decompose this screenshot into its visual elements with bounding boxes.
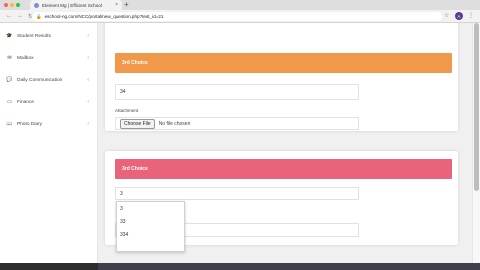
choose-file-button[interactable]: Choose File xyxy=(120,118,155,129)
browser-menu-icon[interactable]: ⋮ xyxy=(468,12,474,19)
bookmark-star-icon[interactable]: ☆ xyxy=(444,12,449,19)
tab-title: Element Mg | Efficient School xyxy=(42,2,102,8)
browser-toolbar: ← → ↻ 🔒 eschool-ng.com/NCC/portal/new_qu… xyxy=(0,10,480,23)
chevron-left-icon: ‹ xyxy=(87,121,89,127)
nav-buttons: ← → ↻ xyxy=(6,13,33,20)
choice-header: 3rd Choice xyxy=(115,53,452,73)
minimize-window-dot[interactable] xyxy=(10,3,14,7)
sidebar-item-daily-communication[interactable]: 💬 Daily Communication ‹ xyxy=(0,69,98,91)
choice-card-orange: 3rd Choice 34 Attachment Choose File No … xyxy=(105,23,458,131)
scrollbar-thumb[interactable] xyxy=(474,23,479,191)
window-controls xyxy=(4,3,20,7)
autocomplete-dropdown: 3 33 334 xyxy=(116,201,185,252)
main-content: 3rd Choice 34 Attachment Choose File No … xyxy=(98,23,480,263)
chevron-left-icon: ‹ xyxy=(87,55,89,61)
attachment-label: Attachment xyxy=(115,108,139,113)
close-tab-icon[interactable]: × xyxy=(115,2,118,8)
browser-tab[interactable]: Element Mg | Efficient School × xyxy=(30,0,122,10)
chevron-left-icon: ‹ xyxy=(87,33,89,39)
sidebar-item-finance[interactable]: ▭ Finance ‹ xyxy=(0,91,98,113)
autocomplete-option[interactable]: 33 xyxy=(117,215,184,228)
address-bar[interactable]: 🔒 eschool-ng.com/NCC/portal/new_question… xyxy=(32,12,442,21)
bottom-strip-left xyxy=(0,263,98,270)
sidebar-item-label: Student Results xyxy=(17,33,51,39)
sidebar-item-label: Mailbox xyxy=(17,55,34,61)
sidebar-item-mailbox[interactable]: ✉ Mailbox ‹ xyxy=(0,47,98,69)
lock-icon: 🔒 xyxy=(36,13,42,19)
book-icon: 📖 xyxy=(6,121,13,127)
money-icon: ▭ xyxy=(7,99,12,105)
forward-icon[interactable]: → xyxy=(17,13,23,20)
sidebar-item-photo-diary[interactable]: 📖 Photo Diary ‹ xyxy=(0,113,98,135)
maximize-window-dot[interactable] xyxy=(16,3,20,7)
chat-icon: 💬 xyxy=(6,77,13,83)
back-icon[interactable]: ← xyxy=(6,13,12,20)
profile-avatar[interactable]: A xyxy=(455,12,463,20)
choice-answer-input[interactable]: 3 xyxy=(115,187,359,200)
new-tab-button[interactable]: + xyxy=(124,0,129,10)
choice-answer-input[interactable]: 34 xyxy=(115,84,359,100)
sidebar-item-student-results[interactable]: 🎓 Student Results ‹ xyxy=(0,25,98,47)
autocomplete-option[interactable]: 3 xyxy=(117,202,184,215)
url-text: eschool-ng.com/NCC/portal/new_question.p… xyxy=(44,14,164,19)
sidebar-item-label: Daily Communication xyxy=(17,77,63,83)
favicon-icon xyxy=(34,2,39,8)
choice-header: 3rd Choice xyxy=(115,159,452,179)
chevron-left-icon: ‹ xyxy=(87,99,89,105)
sidebar-item-label: Finance xyxy=(17,99,35,105)
chevron-left-icon: ‹ xyxy=(87,77,89,83)
attachment-field: Choose File No file chosen xyxy=(115,117,359,130)
graduation-cap-icon: 🎓 xyxy=(6,33,13,39)
autocomplete-option[interactable]: 334 xyxy=(117,228,184,241)
page-scrollbar[interactable] xyxy=(472,23,480,263)
close-window-dot[interactable] xyxy=(4,3,8,7)
sidebar-item-label: Photo Diary xyxy=(17,121,43,127)
no-file-text: No file chosen xyxy=(158,120,191,127)
bottom-strip xyxy=(98,263,480,270)
sidebar: 🎓 Student Results ‹ ✉ Mailbox ‹ 💬 Daily … xyxy=(0,23,98,263)
mail-icon: ✉ xyxy=(7,55,12,61)
browser-tabstrip: Element Mg | Efficient School × + xyxy=(0,0,480,10)
